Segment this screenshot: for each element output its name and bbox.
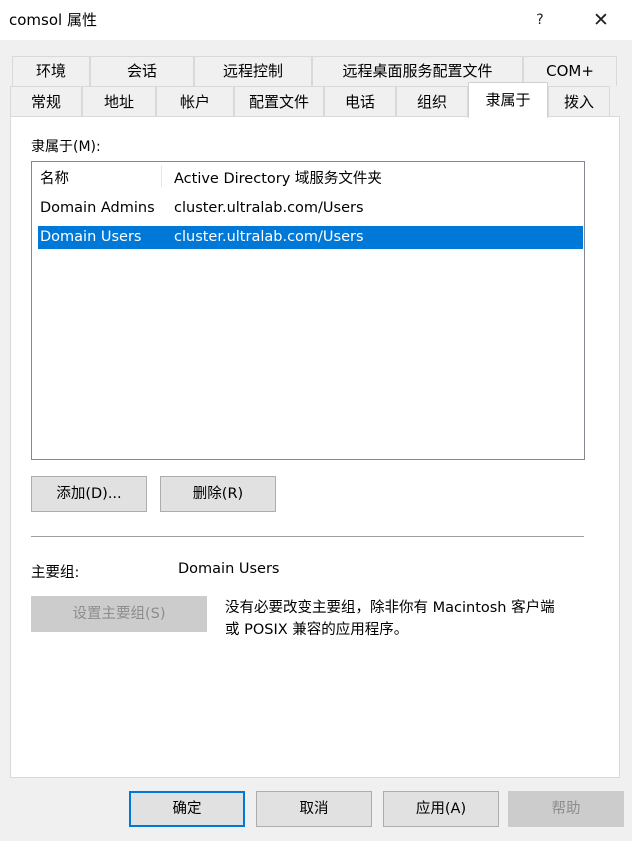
- tab-profile[interactable]: 配置文件: [234, 86, 324, 116]
- member-of-list[interactable]: 名称 Active Directory 域服务文件夹 Domain Admins…: [31, 161, 585, 460]
- tab-label: 常规: [30, 93, 61, 111]
- primary-group-note: 没有必要改变主要组，除非你有 Macintosh 客户端 或 POSIX 兼容的…: [225, 597, 595, 641]
- remove-button[interactable]: 删除(R): [160, 476, 276, 512]
- tab-label: 地址: [103, 93, 134, 111]
- tab-label: 远程桌面服务配置文件: [342, 62, 493, 80]
- primary-group-value: Domain Users: [178, 561, 280, 577]
- tab-label: 配置文件: [248, 93, 309, 111]
- set-primary-group-button[interactable]: 设置主要组(S): [31, 596, 207, 632]
- column-header-folder[interactable]: Active Directory 域服务文件夹: [174, 168, 382, 191]
- cancel-button[interactable]: 取消: [256, 791, 372, 827]
- tab-member-of[interactable]: 隶属于: [468, 82, 548, 118]
- tab-label: 拨入: [563, 93, 594, 111]
- tab-address[interactable]: 地址: [82, 86, 156, 116]
- tab-general[interactable]: 常规: [10, 86, 82, 116]
- apply-button[interactable]: 应用(A): [383, 791, 499, 827]
- tab-sessions[interactable]: 会话: [90, 56, 194, 86]
- note-line: 没有必要改变主要组，除非你有 Macintosh 客户端: [225, 600, 555, 616]
- tab-label: 隶属于: [485, 91, 531, 109]
- tab-label: 组织: [416, 93, 447, 111]
- list-header[interactable]: 名称 Active Directory 域服务文件夹: [38, 168, 583, 191]
- tab-remote-control[interactable]: 远程控制: [194, 56, 312, 86]
- tab-label: COM+: [546, 62, 594, 80]
- ok-button[interactable]: 确定: [129, 791, 245, 827]
- help-icon[interactable]: ?: [528, 8, 552, 32]
- tab-label: 帐户: [179, 93, 210, 111]
- tab-organization[interactable]: 组织: [396, 86, 468, 116]
- tab-label: 会话: [126, 62, 157, 80]
- list-item[interactable]: Domain Admins cluster.ultralab.com/Users: [38, 197, 583, 220]
- note-line: 或 POSIX 兼容的应用程序。: [225, 622, 409, 638]
- window-title: comsol 属性: [9, 11, 97, 29]
- member-of-label: 隶属于(M):: [31, 139, 101, 155]
- tab-label: 环境: [35, 62, 66, 80]
- group-name: Domain Admins: [40, 200, 155, 216]
- tab-environment[interactable]: 环境: [12, 56, 90, 86]
- group-folder: cluster.ultralab.com/Users: [174, 200, 364, 216]
- group-folder: cluster.ultralab.com/Users: [174, 229, 364, 245]
- close-icon[interactable]: ✕: [586, 6, 616, 34]
- tab-dial-in[interactable]: 拨入: [548, 86, 610, 116]
- add-button[interactable]: 添加(D)...: [31, 476, 147, 512]
- tab-account[interactable]: 帐户: [156, 86, 234, 116]
- tab-telephones[interactable]: 电话: [324, 86, 396, 116]
- list-item-selected[interactable]: Domain Users cluster.ultralab.com/Users: [38, 226, 583, 249]
- primary-group-label: 主要组:: [31, 565, 80, 581]
- tab-label: 远程控制: [222, 62, 283, 80]
- divider: [31, 536, 584, 537]
- help-button[interactable]: 帮助: [508, 791, 624, 827]
- column-header-name[interactable]: 名称: [40, 168, 69, 191]
- column-divider[interactable]: [161, 166, 162, 187]
- tab-label: 电话: [344, 93, 375, 111]
- group-name: Domain Users: [40, 229, 142, 245]
